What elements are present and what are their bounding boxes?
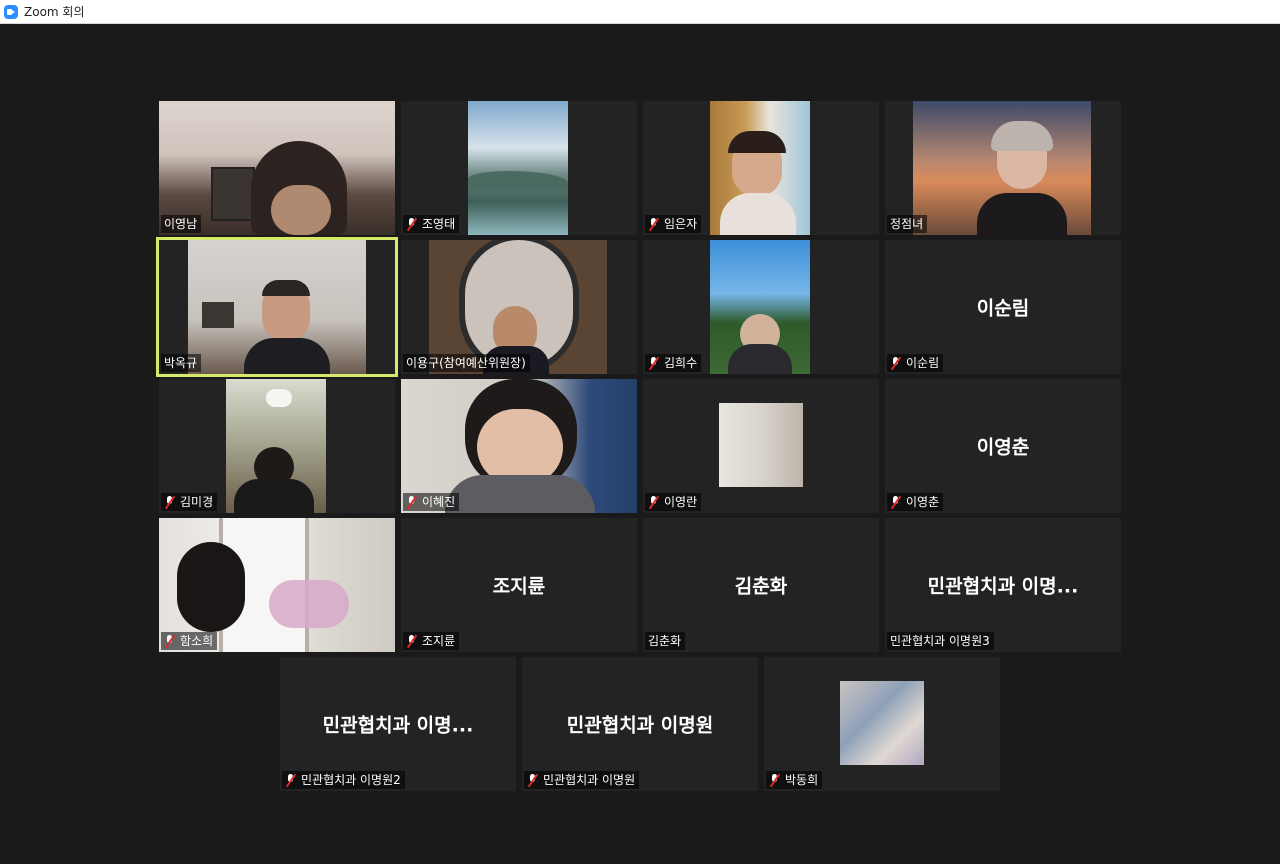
microphone-muted-icon	[769, 773, 780, 787]
participant-display-name: 조지륜	[492, 575, 546, 598]
participant-tile-17[interactable]: 민관협치과 이명원 민관협치과 이명원	[522, 657, 758, 791]
participant-name: 박동희	[785, 773, 819, 787]
participant-name: 이용구(참여예산위원장)	[406, 356, 526, 370]
participant-name-tag: 박동희	[766, 771, 823, 789]
microphone-muted-icon	[648, 356, 659, 370]
participant-tile-0[interactable]: 이영남	[159, 101, 395, 235]
microphone-muted-icon	[648, 217, 659, 231]
participant-name: 민관협치과 이명원	[543, 773, 636, 787]
microphone-muted-icon	[890, 356, 901, 370]
participant-video	[188, 240, 366, 374]
participant-video	[710, 240, 810, 374]
participant-name: 김춘화	[648, 634, 682, 648]
participant-tile-11[interactable]: 이영춘 이영춘	[885, 379, 1121, 513]
participant-name-tag: 정점녀	[887, 215, 928, 233]
participant-name-tag: 박옥규	[161, 354, 202, 372]
microphone-muted-icon	[164, 634, 175, 648]
participant-tile-14[interactable]: 김춘화 김춘화	[643, 518, 879, 652]
participant-name: 이혜진	[422, 495, 456, 509]
participant-name-tag: 이혜진	[403, 493, 460, 511]
participant-tile-12[interactable]: 함소희	[159, 518, 395, 652]
participant-tile-7[interactable]: 이순림 이순림	[885, 240, 1121, 374]
participant-name-tag: 조지륜	[403, 632, 460, 650]
participant-name-tag: 민관협치과 이명원	[524, 771, 640, 789]
participant-tile-3[interactable]: 정점녀	[885, 101, 1121, 235]
participant-name-tag: 이용구(참여예산위원장)	[403, 354, 530, 372]
microphone-muted-icon	[406, 217, 417, 231]
participant-name: 이영남	[164, 217, 198, 231]
participant-name-tag: 조영태	[403, 215, 460, 233]
participant-avatar	[719, 403, 803, 487]
participant-name: 조지륜	[422, 634, 456, 648]
participant-tile-4[interactable]: 박옥규	[156, 237, 398, 377]
participant-display-name: 민관협치과 이명...	[322, 714, 474, 737]
participant-tile-5[interactable]: 이용구(참여예산위원장)	[401, 240, 637, 374]
participant-name-tag: 이영남	[161, 215, 202, 233]
microphone-muted-icon	[406, 495, 417, 509]
participant-display-name: 김춘화	[734, 575, 788, 598]
microphone-muted-icon	[890, 495, 901, 509]
participant-avatar	[840, 681, 924, 765]
participant-name: 이순림	[906, 356, 940, 370]
participant-name: 민관협치과 이명원3	[890, 634, 990, 648]
participant-name: 이영란	[664, 495, 698, 509]
window-title: Zoom 회의	[24, 5, 85, 19]
participant-name-tag: 민관협치과 이명원2	[282, 771, 405, 789]
participant-tile-16[interactable]: 민관협치과 이명... 민관협치과 이명원2	[280, 657, 516, 791]
participant-name: 조영태	[422, 217, 456, 231]
participant-name: 김희수	[664, 356, 698, 370]
participant-name-tag: 민관협치과 이명원3	[887, 632, 994, 650]
participant-video	[913, 101, 1091, 235]
participant-display-name: 이영춘	[976, 436, 1030, 459]
microphone-muted-icon	[527, 773, 538, 787]
participant-tile-8[interactable]: 김미경	[159, 379, 395, 513]
zoom-video-camera-icon	[4, 4, 18, 19]
participant-video	[710, 101, 810, 235]
microphone-muted-icon	[164, 495, 175, 509]
microphone-muted-icon	[406, 634, 417, 648]
participant-tile-1[interactable]: 조영태	[401, 101, 637, 235]
participant-display-name: 민관협치과 이명...	[927, 575, 1079, 598]
participant-name-tag: 김희수	[645, 354, 702, 372]
participant-name: 정점녀	[890, 217, 924, 231]
participant-name: 함소희	[180, 634, 214, 648]
participant-name: 민관협치과 이명원2	[301, 773, 401, 787]
microphone-muted-icon	[285, 773, 296, 787]
participant-tile-9[interactable]: 이혜진	[401, 379, 637, 513]
participant-name-tag: 이영란	[645, 493, 702, 511]
participant-tile-6[interactable]: 김희수	[643, 240, 879, 374]
participant-tile-10[interactable]: 이영란	[643, 379, 879, 513]
participant-tile-18[interactable]: 박동희	[764, 657, 1000, 791]
participant-tile-2[interactable]: 임은자	[643, 101, 879, 235]
title-bar: Zoom 회의	[0, 0, 1280, 24]
participant-name: 김미경	[180, 495, 214, 509]
participant-name: 임은자	[664, 217, 698, 231]
participant-video	[226, 379, 326, 513]
participant-tile-15[interactable]: 민관협치과 이명... 민관협치과 이명원3	[885, 518, 1121, 652]
participant-name-tag: 이순림	[887, 354, 944, 372]
participant-display-name: 이순림	[976, 297, 1030, 320]
participant-name: 이영춘	[906, 495, 940, 509]
microphone-muted-icon	[648, 495, 659, 509]
participant-name: 박옥규	[164, 356, 198, 370]
participant-name-tag: 임은자	[645, 215, 702, 233]
participant-name-tag: 이영춘	[887, 493, 944, 511]
participant-display-name: 민관협치과 이명원	[566, 714, 714, 737]
participant-name-tag: 김미경	[161, 493, 218, 511]
participant-name-tag: 김춘화	[645, 632, 686, 650]
participant-name-tag: 함소희	[161, 632, 218, 650]
participant-tile-13[interactable]: 조지륜 조지륜	[401, 518, 637, 652]
participant-video	[468, 101, 568, 235]
